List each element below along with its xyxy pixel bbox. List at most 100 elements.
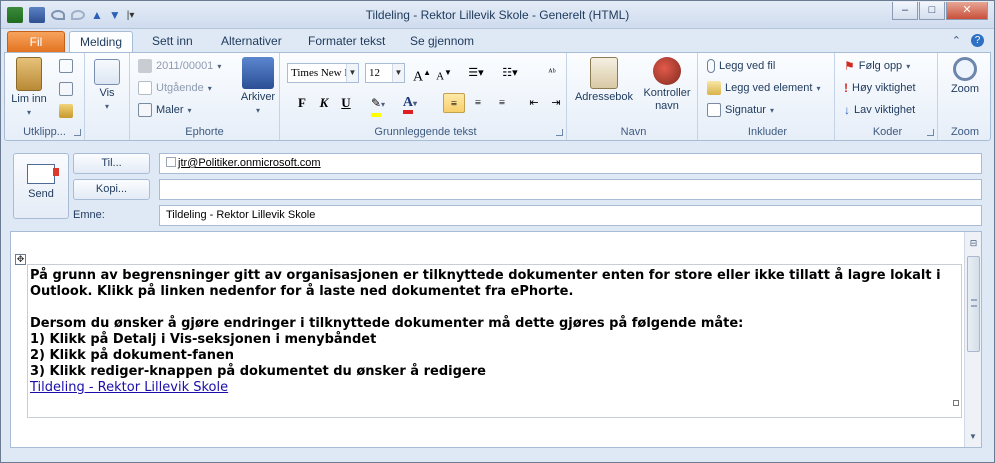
tab-alternativer[interactable]: Alternativer <box>211 31 292 53</box>
vertical-scrollbar[interactable]: ⊟ ▼ <box>964 232 981 447</box>
case-number-button[interactable]: 2011/00001 ▾ <box>138 56 221 76</box>
underline-button[interactable]: U <box>335 93 357 113</box>
tab-formater-tekst[interactable]: Formater tekst <box>298 31 395 53</box>
scroll-down-arrow-icon[interactable]: ▼ <box>965 429 981 445</box>
body-paragraph-1: På grunn av begrensninger gitt av organi… <box>30 268 941 299</box>
highlight-swatch: ✎ <box>370 93 382 117</box>
group-label-ephorte: Ephorte <box>185 126 224 138</box>
tags-launcher-icon[interactable] <box>927 129 934 136</box>
address-book-button[interactable]: Adressebok <box>572 57 636 104</box>
basic-text-launcher-icon[interactable] <box>556 129 563 136</box>
align-right-icon[interactable]: ≡ <box>491 93 513 113</box>
to-button[interactable]: Til... <box>73 153 150 174</box>
bullets-icon[interactable]: ☰▾ <box>465 63 487 83</box>
cc-field[interactable] <box>159 179 982 200</box>
group-label-tags: Koder <box>872 126 903 138</box>
checkbox-icon <box>138 81 152 95</box>
cut-icon[interactable] <box>59 59 73 73</box>
align-left-icon[interactable]: ≡ <box>443 93 465 113</box>
envelope-icon <box>707 81 721 95</box>
shrink-font-icon[interactable]: A▼ <box>433 63 455 83</box>
recipient-checkbox-icon <box>166 157 176 167</box>
subject-field[interactable]: Tildeling - Rektor Lillevik Skole <box>159 205 982 226</box>
group-view: Vis ▾ <box>85 53 130 140</box>
chevron-down-icon: ▼ <box>392 64 404 82</box>
send-button[interactable]: Send <box>13 153 69 219</box>
ribbon-tabs: Fil Melding Sett inn Alternativer Format… <box>1 29 994 54</box>
cc-button[interactable]: Kopi... <box>73 179 150 200</box>
body-step-2: 2) Klikk på dokument-fanen <box>30 348 235 363</box>
floppy-disk-icon <box>242 57 274 89</box>
body-step-1: 1) Klikk på Detalj i Vis-seksjonen i men… <box>30 332 377 347</box>
highlight-icon[interactable]: ✎▾ <box>367 93 389 117</box>
align-center-icon[interactable]: ≡ <box>467 93 489 113</box>
check-names-button[interactable]: Kontroller navn <box>638 57 696 113</box>
body-paragraph-2: Dersom du ønsker å gjøre endringer i til… <box>30 316 744 331</box>
close-button[interactable]: ✕ <box>946 2 988 20</box>
low-importance-button[interactable]: ↓ Lav viktighet <box>844 100 915 120</box>
minimize-button[interactable]: – <box>892 2 918 20</box>
message-text: På grunn av begrensninger gitt av organi… <box>30 268 950 396</box>
tab-melding[interactable]: Melding <box>69 31 134 54</box>
tab-se-gjennom[interactable]: Se gjennom <box>400 31 484 53</box>
body-step-3: 3) Klikk rediger-knappen på dokumentet d… <box>30 364 486 379</box>
increase-indent-icon[interactable]: ⇥ <box>545 93 567 113</box>
view-button[interactable]: Vis ▾ <box>91 59 123 113</box>
group-label-zoom: Zoom <box>950 126 980 138</box>
bold-button[interactable]: F <box>291 93 313 113</box>
group-ephorte: 2011/00001 ▾ Utgående ▾ Maler ▾ Arkiver ▾ Ep… <box>130 53 280 140</box>
archive-button[interactable]: Arkiver ▾ <box>238 57 278 117</box>
document-link[interactable]: Tildeling - Rektor Lillevik Skole <box>30 380 228 395</box>
minimize-ribbon-icon[interactable]: ⌃ <box>952 34 961 47</box>
zoom-button[interactable]: Zoom <box>944 57 986 96</box>
scrollbar-thumb[interactable] <box>967 256 980 352</box>
ruler-toggle-icon[interactable]: ⊟ <box>966 235 981 251</box>
follow-up-button[interactable]: ⚑ Følg opp ▾ <box>844 56 910 76</box>
table-move-handle-icon[interactable]: ✥ <box>15 254 26 265</box>
signature-button[interactable]: Signatur ▾ <box>707 100 774 120</box>
copy-icon[interactable] <box>59 82 73 96</box>
title-bar: ▲ ▼ |▾ Tildeling - Rektor Lillevik Skole… <box>1 1 994 29</box>
recipient-address[interactable]: jtr@Politiker.onmicrosoft.com <box>178 157 321 169</box>
numbering-icon[interactable]: ☷▾ <box>499 63 521 83</box>
group-clipboard: Lim inn ▾ Utklipp... <box>5 53 85 140</box>
font-color-swatch: A <box>402 96 414 114</box>
group-tags: ⚑ Følg opp ▾ ! Høy viktighet ↓ Lav viktig… <box>838 53 938 140</box>
font-name-combo[interactable]: Times New R ▼ <box>287 63 359 83</box>
template-icon <box>138 103 152 117</box>
grow-font-icon[interactable]: A▲ <box>411 63 433 85</box>
format-painter-icon[interactable] <box>59 104 73 118</box>
outgoing-button[interactable]: Utgående ▾ <box>138 78 212 98</box>
clipboard-launcher-icon[interactable] <box>74 129 81 136</box>
group-basic-text: Times New R ▼ 12 ▼ A▲ A▼ ☰▾ ☷▾ ᴬᵇ F K U … <box>285 53 567 140</box>
help-icon[interactable]: ? <box>971 34 984 47</box>
signature-icon <box>707 103 721 117</box>
exclamation-icon: ! <box>844 81 848 95</box>
tab-sett-inn[interactable]: Sett inn <box>142 31 203 53</box>
maximize-button[interactable]: □ <box>919 2 945 20</box>
paperclip-icon <box>707 59 715 73</box>
high-importance-button[interactable]: ! Høy viktighet <box>844 78 916 98</box>
tab-file[interactable]: Fil <box>7 31 65 53</box>
attach-file-button[interactable]: Legg ved fil <box>707 56 775 76</box>
table-resize-handle[interactable] <box>953 400 959 406</box>
magnifier-icon <box>953 57 977 81</box>
to-field[interactable]: jtr@Politiker.onmicrosoft.com <box>159 153 982 174</box>
font-size-combo[interactable]: 12 ▼ <box>365 63 405 83</box>
group-zoom: Zoom Zoom <box>940 53 990 140</box>
italic-button[interactable]: K <box>313 93 335 113</box>
attach-item-button[interactable]: Legg ved element ▾ <box>707 78 820 98</box>
paste-button[interactable]: Lim inn ▾ <box>11 57 47 119</box>
group-label-names: Navn <box>620 126 647 138</box>
group-label-clipboard: Utklipp... <box>23 126 66 138</box>
group-label-include: Inkluder <box>747 126 788 138</box>
message-body[interactable]: ✥ På grunn av begrensninger gitt av orga… <box>10 231 982 448</box>
folder-icon <box>138 59 152 73</box>
address-book-icon <box>590 57 618 89</box>
subject-label: Emne: <box>73 209 105 221</box>
font-color-icon[interactable]: A▾ <box>399 93 421 114</box>
ribbon: Lim inn ▾ Utklipp... Vis ▾ 2011/00001 ▾ Ut… <box>4 52 991 141</box>
decrease-indent-icon[interactable]: ⇤ <box>523 93 545 113</box>
templates-button[interactable]: Maler ▾ <box>138 100 192 120</box>
clear-formatting-icon[interactable]: ᴬᵇ <box>541 63 563 83</box>
